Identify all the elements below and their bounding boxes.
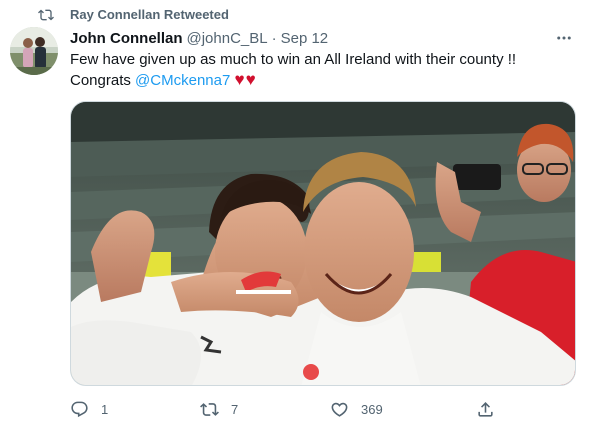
more-button[interactable] (554, 28, 574, 48)
retweet-icon (200, 402, 219, 416)
reply-count: 1 (101, 401, 109, 417)
tweet-text-line-2: Congrats @CMckenna7 ♥♥ (70, 70, 570, 91)
like-button[interactable]: 369 (330, 398, 383, 420)
like-count: 369 (361, 401, 383, 417)
reply-button[interactable]: 1 (70, 398, 108, 420)
heart-emoji: ♥♥ (234, 70, 257, 89)
congrats-text: Congrats (70, 72, 136, 89)
share-icon (478, 401, 493, 417)
author-handle[interactable]: @johnC_BL (187, 30, 268, 47)
retweeted-by-label: Ray Connellan Retweeted (70, 7, 229, 22)
retweet-count: 7 (231, 401, 239, 417)
retweet-icon (38, 9, 54, 21)
tweet-text-line-1: Few have given up as much to win an All … (70, 51, 517, 68)
photo-image (71, 102, 575, 385)
avatar[interactable] (10, 27, 58, 75)
share-button[interactable] (476, 398, 495, 420)
heart-icon (331, 402, 348, 417)
more-horizontal-icon (557, 36, 571, 40)
reply-icon (71, 401, 88, 417)
tweet-date[interactable]: Sep 12 (281, 30, 329, 47)
separator: · (271, 29, 277, 47)
mention-link[interactable]: @CMckenna7 (135, 72, 230, 89)
retweet-button[interactable]: 7 (200, 398, 238, 420)
avatar-image (10, 27, 58, 75)
author-name[interactable]: John Connellan (70, 30, 183, 47)
tweet-header: John Connellan @johnC_BL · Sep 12 (70, 28, 572, 48)
tweet-photo[interactable] (70, 101, 576, 386)
tweet-text: Few have given up as much to win an All … (70, 50, 570, 91)
tweet-actions: 1 7 369 (70, 398, 510, 420)
